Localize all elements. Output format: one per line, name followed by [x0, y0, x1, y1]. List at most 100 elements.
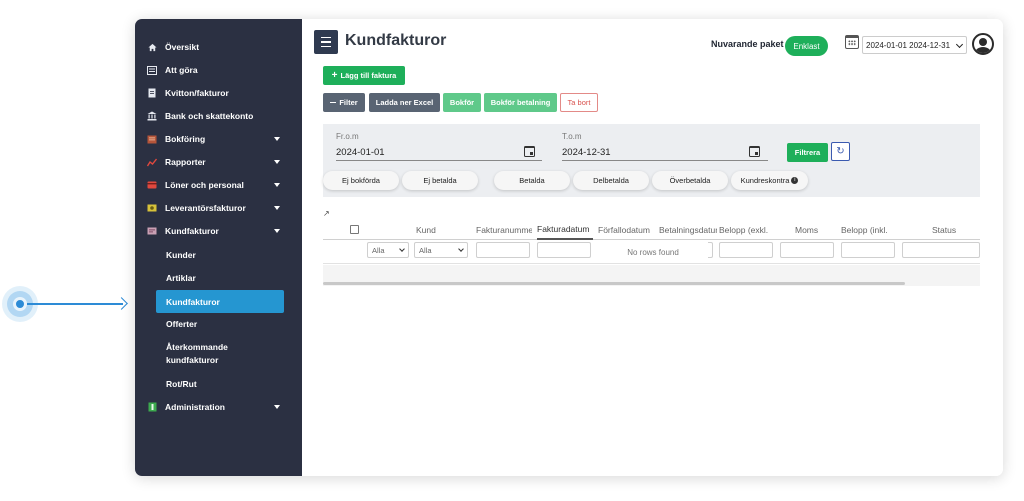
refresh-icon[interactable]: ↻ [831, 142, 850, 161]
pill-delbetalda[interactable]: Delbetalda [573, 171, 649, 190]
date-range-select[interactable]: 2024-01-01 2024-12-31 [862, 36, 967, 54]
sidebar-subitem-label: Offerter [166, 319, 198, 329]
sidebar-item-label: Administration [165, 402, 225, 412]
sidebar-item-administration[interactable]: Administration [135, 397, 302, 417]
sidebar-item-label: Översikt [165, 42, 200, 52]
filter-button[interactable]: Filter [323, 93, 365, 112]
user-avatar-icon[interactable] [972, 33, 994, 55]
pill-betalda[interactable]: Betalda [494, 171, 570, 190]
from-date-label: Fr.o.m [336, 132, 359, 141]
column-header-status[interactable]: Status [932, 220, 972, 240]
add-invoice-button[interactable]: + Lägg till faktura [323, 66, 405, 85]
sidebar-item-label: Löner och personal [165, 180, 244, 190]
belopp-exkl-filter-input[interactable] [719, 242, 773, 258]
filtrera-button[interactable]: Filtrera [787, 143, 828, 162]
pill-overbetalda[interactable]: Överbetalda [652, 171, 728, 190]
chevron-down-icon [955, 40, 964, 49]
chevron-down-icon [399, 246, 405, 252]
column-header-belopp-exkl[interactable]: Belopp (exkl. [719, 220, 777, 240]
belopp-inkl-filter-input[interactable] [841, 242, 895, 258]
select-value: Alla [419, 245, 432, 255]
pointer-arrowhead [115, 297, 128, 310]
select-all-checkbox[interactable] [350, 225, 359, 234]
sidebar-item-att-gora[interactable]: Att göra [135, 60, 302, 80]
sidebar-item-label: Att göra [165, 65, 198, 75]
pill-ej-bokforda[interactable]: Ej bokförda [323, 171, 399, 190]
sidebar-subitem-offerter[interactable]: Offerter [156, 314, 284, 334]
sidebar-item-label: Rapporter [165, 157, 206, 167]
chevron-down-icon [274, 405, 280, 409]
bank-icon [147, 111, 157, 121]
sidebar-item-bokforing[interactable]: Bokföring [135, 129, 302, 149]
pill-ej-betalda[interactable]: Ej betalda [402, 171, 478, 190]
calendar-icon [845, 35, 859, 49]
sidebar-item-kvitton[interactable]: Kvitton/fakturor [135, 83, 302, 103]
date-range-value: 2024-01-01 2024-12-31 [866, 40, 951, 50]
sidebar-subitem-kunder[interactable]: Kunder [156, 245, 284, 265]
sidebar-item-rapporter[interactable]: Rapporter [135, 152, 302, 172]
hamburger-menu-button[interactable] [314, 30, 338, 54]
sidebar-item-loner[interactable]: Löner och personal [135, 175, 302, 195]
sidebar-item-kundfakturor[interactable]: Kundfakturor [135, 221, 302, 241]
to-date-label: T.o.m [562, 132, 582, 141]
sidebar-subitem-label: Rot/Rut [166, 379, 197, 389]
column-header-moms[interactable]: Moms [795, 220, 835, 240]
grid-header: Kund Fakturanummer Fakturadatum Förfallo… [323, 220, 980, 240]
sidebar-subitem-label: Kunder [166, 250, 196, 260]
chart-icon [147, 157, 157, 167]
moms-filter-input[interactable] [780, 242, 834, 258]
sidebar: Översikt Att göra Kvitton/fakturor Bank … [135, 19, 302, 476]
from-date-field[interactable]: 2024-01-01 [336, 147, 385, 158]
pointer-line [27, 303, 123, 305]
status-filter-input[interactable] [902, 242, 980, 258]
pin-icon[interactable]: ↗ [323, 209, 330, 218]
fakturadatum-filter-input[interactable] [537, 242, 591, 258]
chevron-down-icon [274, 183, 280, 187]
sidebar-subitem-artiklar[interactable]: Artiklar [156, 268, 284, 288]
column-header-fakturadatum[interactable]: Fakturadatum [537, 220, 593, 240]
fakturanummer-filter-input[interactable] [476, 242, 530, 258]
column-header-betalningsdatum[interactable]: Betalningsdatum [659, 220, 717, 240]
horizontal-scrollbar[interactable] [323, 282, 905, 285]
money-icon [147, 203, 157, 213]
sidebar-subitem-label: Återkommande kundfakturor [166, 342, 228, 365]
download-excel-button[interactable]: Ladda ner Excel [369, 93, 440, 112]
from-date-underline [336, 160, 542, 161]
invoice-icon [147, 226, 157, 236]
sidebar-subitem-label: Artiklar [166, 273, 196, 283]
plan-badge[interactable]: Enklast [785, 36, 828, 56]
pill-label: Kundreskontra [740, 176, 790, 185]
sidebar-item-oversikt[interactable]: Översikt [135, 37, 302, 57]
bokfor-betalning-button[interactable]: Bokför betalning [484, 93, 557, 112]
plus-icon: + [331, 70, 338, 81]
filter-label: Filter [339, 98, 358, 107]
chevron-down-icon [274, 206, 280, 210]
chevron-down-icon [274, 137, 280, 141]
book-icon [147, 134, 157, 144]
card-icon [147, 180, 157, 190]
sidebar-item-label: Leverantörsfakturor [165, 203, 246, 213]
info-icon: i [791, 177, 799, 184]
column-header-forfallodatum[interactable]: Förfallodatum [598, 220, 656, 240]
kund-filter-select[interactable]: Alla [367, 242, 409, 258]
sidebar-subitem-aterkommande[interactable]: Återkommande kundfakturor [156, 339, 256, 369]
sidebar-item-leverantorsfakturor[interactable]: Leverantörsfakturor [135, 198, 302, 218]
to-date-underline [562, 160, 768, 161]
to-date-field[interactable]: 2024-12-31 [562, 147, 611, 158]
column-header-belopp-inkl[interactable]: Belopp (inkl. [841, 220, 897, 240]
status-filter-select[interactable]: Alla [414, 242, 468, 258]
sidebar-item-bank[interactable]: Bank och skattekonto [135, 106, 302, 126]
calendar-icon[interactable] [749, 146, 760, 157]
calendar-icon[interactable] [524, 146, 535, 157]
page-title: Kundfakturor [345, 32, 447, 49]
sidebar-subitem-kundfakturor[interactable]: Kundfakturor [156, 290, 284, 313]
sidebar-subitem-rotrut[interactable]: Rot/Rut [156, 374, 284, 394]
pill-kundreskontra[interactable]: Kundreskontra i [731, 171, 808, 190]
column-header-fakturanummer[interactable]: Fakturanummer [476, 220, 532, 240]
add-invoice-label: Lägg till faktura [340, 71, 397, 80]
delete-button[interactable]: Ta bort [560, 93, 598, 112]
bokfor-button[interactable]: Bokför [443, 93, 481, 112]
column-header-kund[interactable]: Kund [416, 220, 472, 240]
select-value: Alla [372, 245, 385, 255]
no-rows-message: No rows found [598, 242, 708, 262]
